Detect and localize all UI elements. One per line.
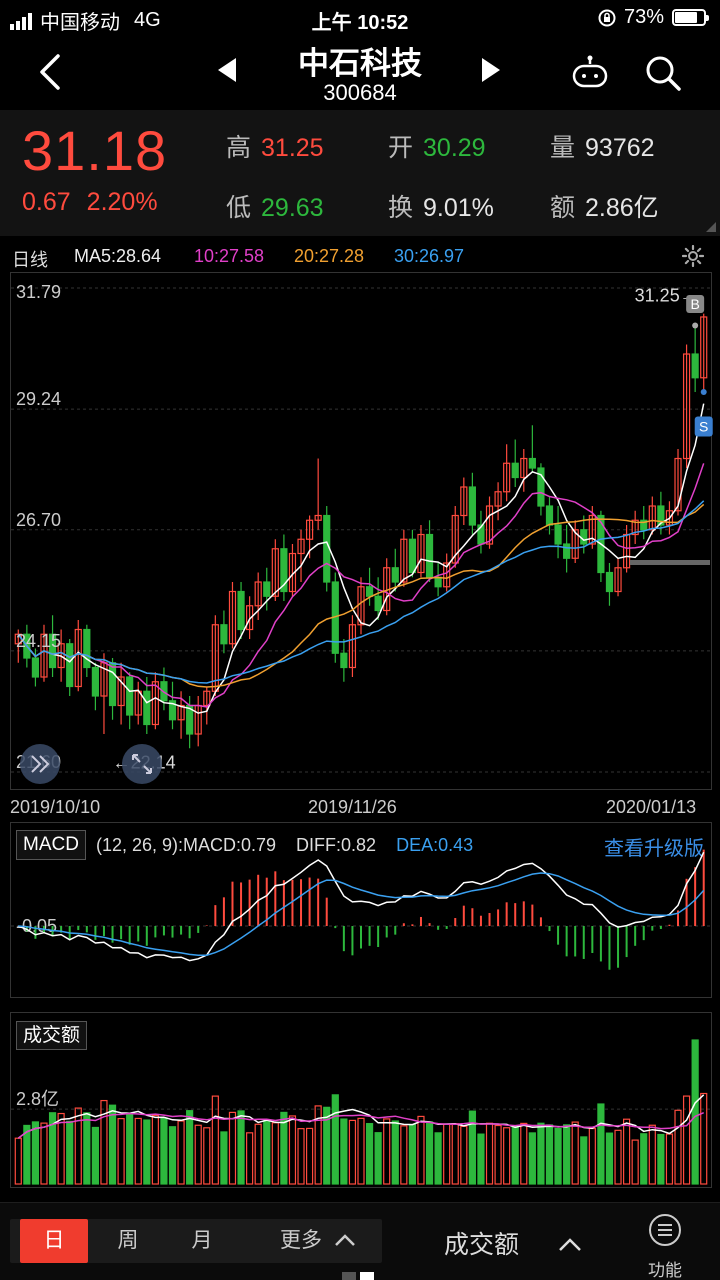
date-end: 2020/01/13 <box>606 797 697 817</box>
period-month[interactable]: 月 <box>174 1219 230 1263</box>
kline-chart-frame[interactable] <box>10 272 712 790</box>
turnover-value: 9.01% <box>423 194 494 222</box>
chevron-up-icon <box>334 1234 355 1246</box>
high-label: 高 <box>226 134 252 162</box>
bottom-bar: 日 周 月 更多 成交额 功能 <box>0 1202 720 1280</box>
ma-legend: 日线 MA5:28.64 10:27.58 20:27.28 30:26.97 <box>0 240 720 272</box>
function-button[interactable]: 功能 <box>640 1213 690 1280</box>
menu-icon <box>649 1214 681 1246</box>
macd-dea: DEA:0.43 <box>396 834 474 855</box>
volume-label: 量 <box>550 134 576 162</box>
stock-code: 300684 <box>323 80 397 105</box>
battery-icon <box>672 9 709 26</box>
volume-header: 成交额 <box>16 1020 88 1050</box>
quote-open: 开 30.29 <box>388 128 486 164</box>
robot-icon[interactable] <box>570 54 610 90</box>
quote-turnover: 换 9.01% <box>388 188 494 224</box>
low-value: 29.63 <box>261 194 324 222</box>
period-label[interactable]: 日线 <box>12 246 48 272</box>
quote-high: 高 31.25 <box>226 128 324 164</box>
change-percent: 2.20% <box>86 188 158 216</box>
change-value: 0.67 <box>22 188 71 216</box>
indicator-selector[interactable]: 成交额 <box>444 1225 582 1261</box>
function-label: 功能 <box>648 1261 682 1280</box>
date-start: 2019/10/10 <box>10 797 101 817</box>
volume-value: 93762 <box>585 134 655 162</box>
date-mid: 2019/11/26 <box>308 797 397 817</box>
turnover-label: 换 <box>388 194 414 222</box>
upgrade-link[interactable]: 查看升级版 <box>604 832 704 861</box>
status-right: 73% <box>598 6 709 29</box>
quote-low: 低 29.63 <box>226 188 324 224</box>
ma5-value: MA5:28.64 <box>74 246 162 266</box>
ma20-value: 20:27.28 <box>294 246 365 266</box>
macd-params: (12, 26, 9):MACD:0.79 <box>95 834 277 855</box>
ma30-value: 30:26.97 <box>394 246 465 266</box>
indicator-label: 成交额 <box>444 1231 520 1259</box>
search-icon[interactable] <box>644 54 682 92</box>
status-bar: 中国移动 4G 上午 10:52 73% <box>0 0 720 36</box>
macd-header: MACD (12, 26, 9):MACD:0.79 DIFF:0.82 DEA… <box>16 830 473 860</box>
macd-diff: DIFF:0.82 <box>296 834 377 855</box>
chevron-up-icon <box>559 1238 581 1251</box>
nav-bar: 中石科技 300684 <box>0 36 720 110</box>
battery-percent: 73% <box>623 6 664 28</box>
quote-panel: 31.18 0.67 2.20% 高 31.25 低 29.63 开 30.29 换 9.… <box>0 110 720 236</box>
home-indicator <box>342 1272 374 1280</box>
price-change: 0.67 2.20% <box>22 188 158 217</box>
open-value: 30.29 <box>423 134 486 162</box>
volume-badge[interactable]: 成交额 <box>16 1021 88 1050</box>
next-stock-icon[interactable] <box>480 56 502 84</box>
amount-label: 额 <box>550 194 576 222</box>
stock-name: 中石科技 <box>298 46 422 81</box>
low-label: 低 <box>226 194 252 222</box>
period-more-label: 更多 <box>280 1229 322 1252</box>
period-week[interactable]: 周 <box>100 1219 156 1263</box>
quote-amount: 额 2.86亿 <box>550 188 659 224</box>
rotation-lock-icon <box>598 9 616 26</box>
period-selector: 日 周 月 更多 <box>10 1219 382 1263</box>
ma10-value: 10:27.58 <box>194 246 265 266</box>
last-price: 31.18 <box>22 119 168 182</box>
gear-icon[interactable] <box>682 245 704 267</box>
amount-value: 2.86亿 <box>585 194 659 222</box>
open-label: 开 <box>388 134 414 162</box>
volume-frame[interactable] <box>10 1012 712 1188</box>
period-day[interactable]: 日 <box>20 1219 88 1263</box>
quote-volume: 量 93762 <box>550 128 655 164</box>
period-more[interactable]: 更多 <box>280 1219 380 1263</box>
expand-corner-icon[interactable] <box>706 222 716 232</box>
macd-badge[interactable]: MACD <box>16 830 86 860</box>
high-value: 31.25 <box>261 134 324 162</box>
